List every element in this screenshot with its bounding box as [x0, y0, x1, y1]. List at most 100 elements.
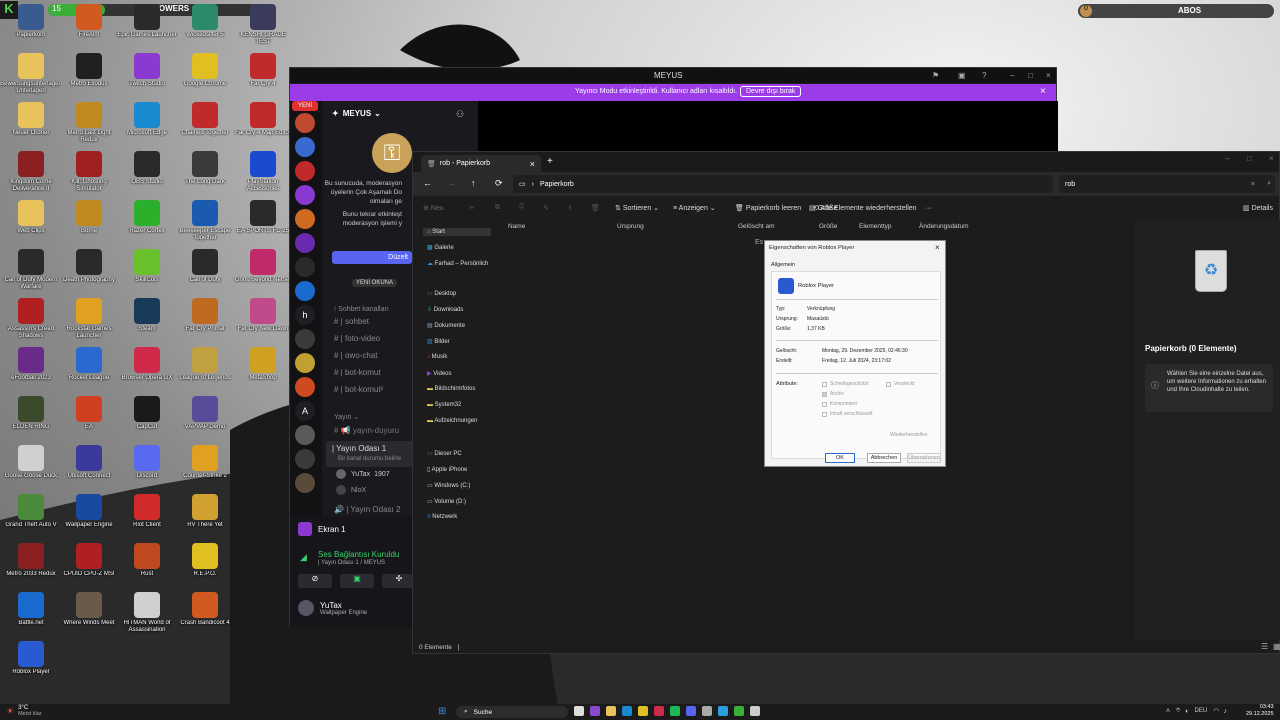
desktop-icon-far-cry-4-map[interactable]: Far Cry 4 Map Editor [232, 102, 294, 137]
server-icon[interactable] [295, 113, 315, 133]
desktop-icon-rv-there-yet[interactable]: RV There Yet [174, 494, 236, 529]
nav-item-windows-c-[interactable]: ▭ Windows (C:) [427, 482, 470, 489]
nav-item-dieser-pc[interactable]: ▭ Dieser PC [427, 450, 462, 457]
close-icon[interactable]: × [1046, 71, 1051, 80]
screen-icon[interactable]: ▣ [958, 71, 966, 80]
copy-icon[interactable]: ⧉ [495, 204, 500, 212]
hidden-checkbox[interactable]: Versteckt [886, 381, 915, 387]
desktop-icon-counter-strike-2[interactable]: Counter-Strike 2 [174, 445, 236, 480]
desktop-icon-bee-together[interactable]: Beekeeper Escape Together [174, 200, 236, 242]
help-icon[interactable]: ? [982, 71, 986, 80]
tab-papierkorb[interactable]: 🗑 rob - Papierkorb × [421, 155, 541, 172]
nav-item-system32[interactable]: ▬ System32 [427, 402, 461, 408]
desktop-icon-web-clips[interactable]: Web Clips [0, 200, 62, 235]
desktop-icon-skillcols[interactable]: SkillCols [116, 249, 178, 284]
tab-general[interactable]: Allgemein [771, 262, 795, 268]
screen-share-button[interactable]: ▣ [340, 574, 374, 588]
server-icon[interactable] [295, 449, 315, 469]
desktop-icon-kingdom-come[interactable]: Kingdom Come Deliverance II [0, 151, 62, 193]
desktop-icon-call-of-duty[interactable]: Call of Duty [174, 249, 236, 284]
desktop-icon-steam[interactable]: Steam [116, 298, 178, 333]
desktop-icon-league-of-legends[interactable]: League of Legends [174, 347, 236, 382]
nav-item-aufzeichnungen[interactable]: ▬ Aufzeichnungen [427, 418, 477, 424]
spotify-icon[interactable] [670, 706, 680, 716]
clear-search-icon[interactable]: × [1251, 181, 1255, 188]
desktop-icon-far-cry-new-dawn[interactable]: Far Cry New Dawn [232, 298, 294, 333]
server-icon[interactable] [295, 329, 315, 349]
voice-user[interactable]: NloX [336, 485, 366, 495]
server-header[interactable]: ✦ MEYUS ⌄ [332, 109, 381, 118]
desktop-icon-kenshi[interactable]: KENSHI GRADE TEST [232, 4, 294, 46]
desktop-icon-twitch-studio[interactable]: Twitch Studio [116, 53, 178, 88]
desktop-icon-neuer-ordner[interactable]: Neuer Ordner [0, 102, 62, 137]
nav-item-bildschirmfotos[interactable]: ▬ Bildschirmfotos [427, 386, 475, 392]
desktop-icon-metro-redux[interactable]: Metro 2033 Redux [0, 543, 62, 578]
restore-button[interactable]: Wiederherstellen [890, 432, 928, 438]
language-indicator[interactable]: DEU [1195, 708, 1208, 714]
desktop-icon-elden-ring[interactable]: ELDEN RING [0, 396, 62, 431]
server-icon[interactable] [295, 209, 315, 229]
server-icon[interactable] [295, 137, 315, 157]
desktop-icon-discord[interactable]: Discord [116, 445, 178, 480]
desktop-icon-playstation-accessories[interactable]: PlayStation Accessories [232, 151, 294, 193]
desktop-icon-far-cry-primal[interactable]: Far Cry Primal [174, 298, 236, 333]
nav-item-bilder[interactable]: ▧ Bilder [427, 338, 450, 345]
telegram-icon[interactable] [718, 706, 728, 716]
voice-user[interactable]: YuTax 1907 [336, 469, 390, 479]
user-panel[interactable]: YuTax Wallpaper Engine [298, 600, 367, 616]
fix-mfa-button[interactable]: Düzelt [332, 251, 412, 264]
signal-icon[interactable]: ◢ [300, 552, 307, 563]
desktop-icon-crash-bandicoot[interactable]: Crash Bandicoot 4 [174, 592, 236, 627]
edge-icon[interactable] [622, 706, 632, 716]
rename-icon[interactable]: ✎ [543, 204, 549, 212]
maximize-icon[interactable]: □ [1028, 71, 1033, 80]
inbox-icon[interactable]: ⚑ [932, 71, 939, 80]
category-stream[interactable]: Yayın ⌄ [334, 413, 359, 421]
server-icon[interactable] [295, 233, 315, 253]
details-view-icon[interactable]: ☰ [1261, 642, 1268, 651]
tiles-view-icon[interactable]: ▦ [1273, 642, 1280, 651]
desktop-icon-beyond-nether[interactable]: Grim: Beyond Nether [232, 249, 294, 284]
xbox-icon[interactable] [734, 706, 744, 716]
nav-item-videos[interactable]: ▶ Videos [427, 370, 452, 377]
steam-icon[interactable] [702, 706, 712, 716]
new-unread-pill[interactable]: YENİ OKUNA [352, 279, 398, 287]
weather-widget[interactable]: ☀ 3°C Meist klar [6, 705, 42, 717]
screen-share-item[interactable]: Ekran 1 [298, 522, 346, 536]
server-icon[interactable] [295, 161, 315, 181]
details-pane-button[interactable]: ▥ Details [1243, 204, 1273, 212]
wifi-icon[interactable]: ◠ [1213, 707, 1219, 715]
desktop-icon-the-long-dark[interactable]: The Long Dark [174, 151, 236, 186]
channel-owo-chat[interactable]: # | owo-chat [334, 351, 377, 360]
voice-channel-2[interactable]: 🔊 | Yayın Odası 2 [334, 505, 400, 514]
speaker-icon[interactable]: ♪ [1223, 708, 1227, 715]
desktop-icon-far-cry-4[interactable]: Far Cry 4 [232, 53, 294, 88]
desktop-icon-battle-net[interactable]: Battle.net [0, 592, 62, 627]
nav-item-farhad-pers-nlich[interactable]: ☁ Farhad – Persönlich [427, 260, 488, 267]
server-icon[interactable]: h [295, 305, 315, 325]
desktop-icon-ubisoft-connect[interactable]: Ubisoft Connect [58, 445, 120, 480]
desktop-icon-death-photo[interactable]: Death Photography [58, 249, 120, 284]
desktop-icon-valorant-demo[interactable]: VAPVAP Demo [174, 396, 236, 431]
camera-off-icon[interactable]: ⊘ [298, 574, 332, 588]
nav-item-musik[interactable]: ♪ Musik [427, 354, 447, 360]
desktop-icon-rust[interactable]: Rust [116, 543, 178, 578]
desktop-icon-metashop[interactable]: MetaShop [232, 347, 294, 382]
delete-icon[interactable]: 🗑 [591, 204, 600, 212]
terminal-icon[interactable] [750, 706, 760, 716]
minimize-icon[interactable]: – [1225, 154, 1229, 163]
desktop-icon-google-chrome[interactable]: Google Chrome [174, 53, 236, 88]
desktop-icon-firealm[interactable]: FireAlm [58, 4, 120, 39]
desktop-icon-gta-v[interactable]: Grand Theft Auto V [0, 494, 62, 529]
server-icon[interactable] [295, 257, 315, 277]
close-icon[interactable]: × [1269, 154, 1274, 163]
volume-icon[interactable]: ◖ [1184, 708, 1188, 715]
nav-item-galerie[interactable]: ▩ Galerie [427, 244, 454, 251]
desktop-icon-where-winds-meet[interactable]: Where Winds Meet [58, 592, 120, 627]
cancel-button[interactable]: Abbrechen [867, 453, 901, 463]
desktop-icon-ea[interactable]: EA [58, 396, 120, 431]
task-view-icon[interactable] [574, 706, 584, 716]
desktop-icon-rockstar-launcher[interactable]: Rockstar Games Launcher [58, 298, 120, 340]
desktop-icon-capcut[interactable]: CapCut [116, 396, 178, 431]
nav-item-dokumente[interactable]: ▤ Dokumente [427, 322, 465, 329]
